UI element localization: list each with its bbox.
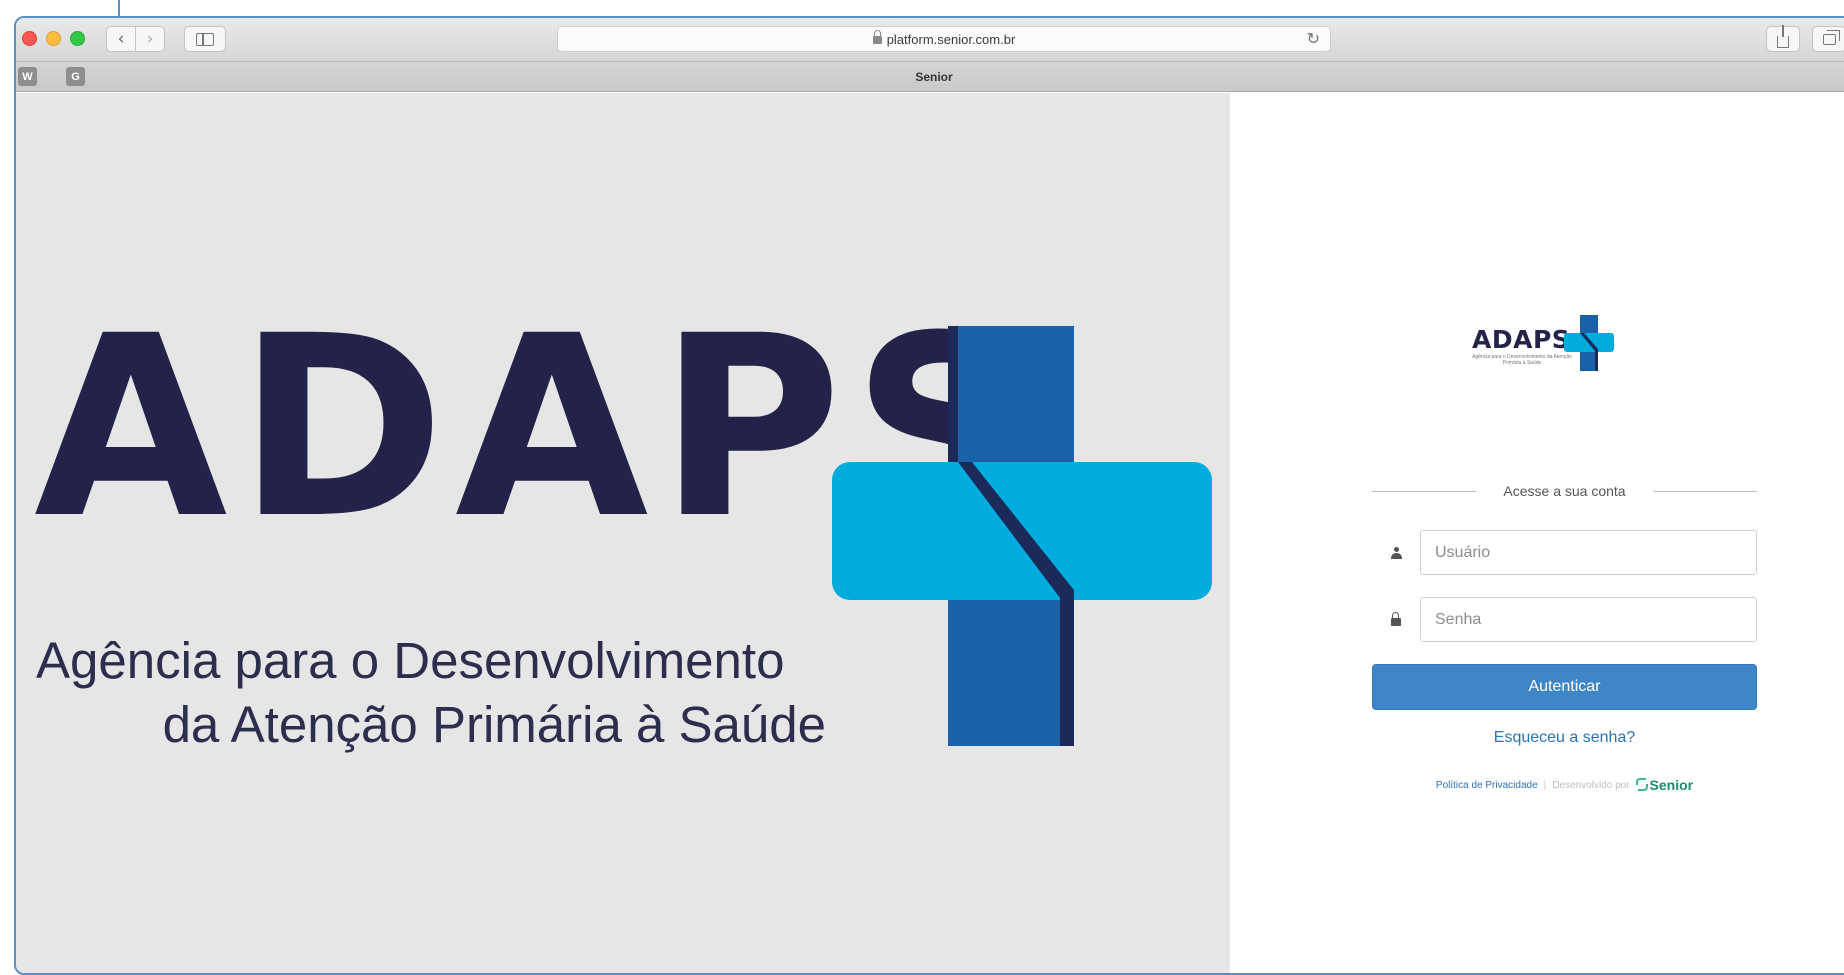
- reload-icon[interactable]: ↻: [1307, 29, 1320, 48]
- senior-mark-icon: [1635, 778, 1648, 792]
- forward-button[interactable]: ›: [135, 26, 165, 52]
- tab-overview-button[interactable]: [1812, 26, 1844, 52]
- footer-separator: |: [1543, 779, 1547, 791]
- forgot-password-link[interactable]: Esqueceu a senha?: [1372, 729, 1757, 747]
- hero-banner: ADAPS Agência para o Desenvolvimento da …: [16, 93, 1230, 973]
- privacy-policy-link[interactable]: Política de Privacidade: [1436, 780, 1538, 791]
- cross-logo-icon: [832, 326, 1212, 746]
- browser-toolbar: ‹ › platform.senior.com.br ↻: [16, 18, 1844, 62]
- share-button[interactable]: [1766, 25, 1800, 52]
- developed-by-text: Desenvolvido por: [1552, 779, 1630, 791]
- maximize-window-button[interactable]: [70, 31, 85, 46]
- tabs-icon: [1822, 29, 1840, 45]
- close-window-button[interactable]: [22, 31, 37, 46]
- login-footer: Política de Privacidade | Desenvolvido p…: [1372, 777, 1757, 793]
- address-bar[interactable]: platform.senior.com.br ↻: [557, 26, 1331, 52]
- sidebar-toggle-button[interactable]: [184, 26, 226, 52]
- back-button[interactable]: ‹: [106, 26, 136, 52]
- username-addon: [1372, 530, 1420, 575]
- share-icon: [1777, 25, 1789, 48]
- browser-window: ‹ › platform.senior.com.br ↻ W G Senior …: [14, 16, 1844, 975]
- username-input[interactable]: [1420, 530, 1757, 575]
- senior-brand-text: Senior: [1649, 777, 1694, 793]
- lock-icon: [1391, 611, 1401, 626]
- logo-wordmark: ADAPS: [1472, 325, 1571, 354]
- login-panel: ADAPS Agência para o Desenvolvimento da …: [1230, 93, 1844, 973]
- divider-right: [1653, 491, 1757, 492]
- hero-tagline: Agência para o Desenvolvimento da Atençã…: [36, 629, 826, 757]
- minimize-window-button[interactable]: [46, 31, 61, 46]
- password-field: [1372, 597, 1757, 642]
- password-addon: [1372, 597, 1420, 642]
- lock-icon: [872, 30, 882, 44]
- chevron-left-icon: ‹: [117, 29, 125, 49]
- login-heading: Acesse a sua conta: [1372, 481, 1757, 501]
- logo-subtitle: Agência para o Desenvolvimento da Atençã…: [1472, 354, 1572, 366]
- small-cross-icon: [1564, 315, 1614, 371]
- window-edge-marker: [118, 0, 120, 16]
- password-input[interactable]: [1420, 597, 1757, 642]
- window-controls: [22, 31, 85, 46]
- hero-tagline-line2: da Atenção Primária à Saúde: [162, 696, 826, 753]
- chevron-right-icon: ›: [146, 29, 154, 49]
- tab-bar: W G Senior: [16, 62, 1844, 92]
- adaps-logo: ADAPS Agência para o Desenvolvimento da …: [1472, 315, 1622, 377]
- user-icon: [1390, 546, 1402, 559]
- authenticate-button[interactable]: Autenticar: [1372, 664, 1757, 710]
- tab-title[interactable]: Senior: [16, 70, 1844, 84]
- sidebar-icon: [196, 32, 214, 46]
- hero-tagline-line1: Agência para o Desenvolvimento: [36, 632, 785, 689]
- senior-logo[interactable]: Senior: [1635, 777, 1694, 793]
- username-field: [1372, 530, 1757, 575]
- url-text: platform.senior.com.br: [886, 31, 1016, 47]
